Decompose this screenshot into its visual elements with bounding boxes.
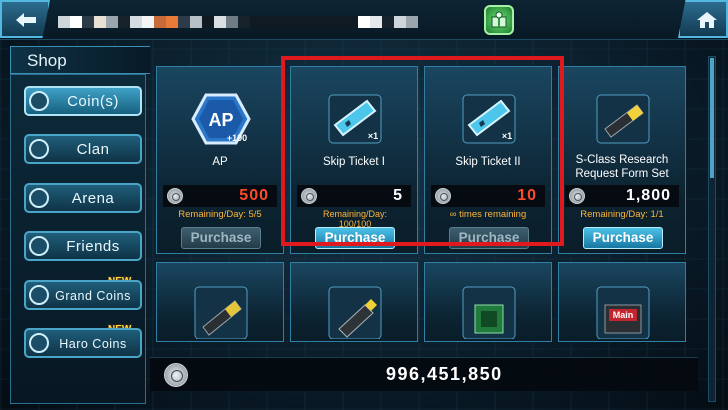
- shop-item-card[interactable]: [156, 262, 284, 342]
- shop-item-card[interactable]: Main: [558, 262, 686, 342]
- shop-item-card[interactable]: [424, 262, 552, 342]
- coin-balance: 996,451,850: [386, 364, 503, 384]
- research-form-icon: [194, 286, 248, 339]
- category-label: Grand Coins: [55, 289, 131, 303]
- item-price: 500: [239, 187, 269, 204]
- shop-item-card[interactable]: AP +100 AP 500 Remaining/Day: 5/5 Purcha…: [156, 66, 284, 254]
- coin-balance-bar: 996,451,850: [150, 357, 698, 391]
- shop-item-card[interactable]: S-Class Research Request Form Set 1,800 …: [558, 66, 686, 254]
- home-button[interactable]: [678, 0, 728, 38]
- scrollbar-thumb[interactable]: [710, 58, 714, 178]
- shop-item-card[interactable]: [290, 262, 418, 342]
- main-module-icon: Main: [596, 286, 650, 339]
- category-label: Arena: [71, 190, 115, 207]
- shop-title: Shop: [10, 46, 150, 74]
- research-form-icon: [596, 94, 650, 144]
- category-friends[interactable]: Friends: [24, 231, 142, 261]
- coin-icon: [167, 188, 183, 204]
- price-bar: 500: [163, 185, 277, 207]
- category-coins[interactable]: Coin(s): [24, 86, 142, 116]
- back-button[interactable]: [0, 0, 50, 38]
- clan-icon: [29, 139, 49, 159]
- category-clan[interactable]: Clan: [24, 134, 142, 164]
- top-bar: [0, 0, 728, 40]
- thumb-badge: +100: [227, 133, 247, 143]
- category-arena[interactable]: Arena: [24, 183, 142, 213]
- ap-hexagon-icon: AP +100: [191, 93, 251, 145]
- price-bar: 1,800: [565, 185, 679, 207]
- module-label: Main: [613, 310, 634, 320]
- category-haro-coins[interactable]: Haro Coins: [24, 328, 142, 358]
- category-label: Friends: [66, 238, 120, 255]
- coin-icon: [29, 91, 49, 111]
- redacted-username-strip: [58, 16, 418, 28]
- category-label: Clan: [76, 141, 110, 158]
- category-label: Haro Coins: [59, 337, 127, 351]
- haro-coin-icon: [29, 333, 49, 353]
- home-icon: [697, 12, 717, 28]
- item-name: S-Class Research Request Form Set: [575, 154, 669, 180]
- remaining-text: Remaining/Day: 1/1: [580, 209, 664, 220]
- usb-drive-icon: [328, 286, 382, 339]
- remaining-text: Remaining/Day: 5/5: [178, 209, 262, 220]
- grand-coin-icon: [29, 285, 49, 305]
- scrollbar[interactable]: [708, 56, 716, 402]
- gift-button[interactable]: [484, 5, 514, 35]
- item-name: AP: [212, 156, 228, 168]
- coin-icon: [569, 188, 585, 204]
- purchase-button[interactable]: Purchase: [583, 227, 663, 249]
- friends-icon: [29, 236, 49, 256]
- selection-highlight: [281, 56, 564, 246]
- purchase-button[interactable]: Purchase: [181, 227, 261, 249]
- coin-icon: [164, 363, 188, 387]
- arena-icon: [29, 188, 49, 208]
- category-label: Coin(s): [67, 93, 119, 110]
- back-arrow-icon: [16, 13, 36, 27]
- item-price: 1,800: [625, 187, 671, 204]
- category-grand-coins[interactable]: Grand Coins: [24, 280, 142, 310]
- thumb-text: AP: [208, 110, 233, 130]
- gift-icon: [491, 11, 507, 28]
- circuit-chip-icon: [462, 286, 516, 339]
